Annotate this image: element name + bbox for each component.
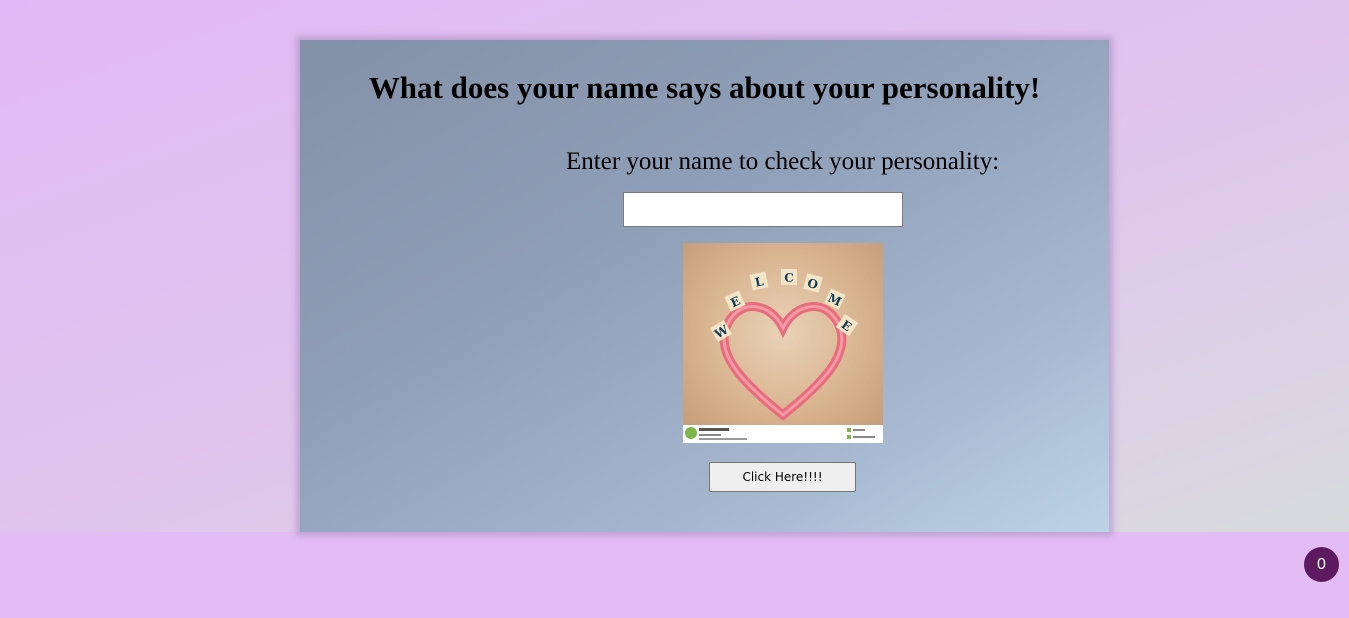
svg-text:C: C bbox=[784, 271, 794, 285]
counter-badge[interactable]: 0 bbox=[1304, 547, 1339, 582]
name-prompt-label: Enter your name to check your personalit… bbox=[566, 148, 1000, 175]
click-here-button[interactable]: Click Here!!!! bbox=[709, 462, 856, 492]
main-card: What does your name says about your pers… bbox=[300, 40, 1109, 532]
page-title: What does your name says about your pers… bbox=[368, 70, 1041, 105]
name-input[interactable] bbox=[623, 192, 903, 227]
welcome-heart-image: W E L C O M E bbox=[683, 243, 883, 443]
